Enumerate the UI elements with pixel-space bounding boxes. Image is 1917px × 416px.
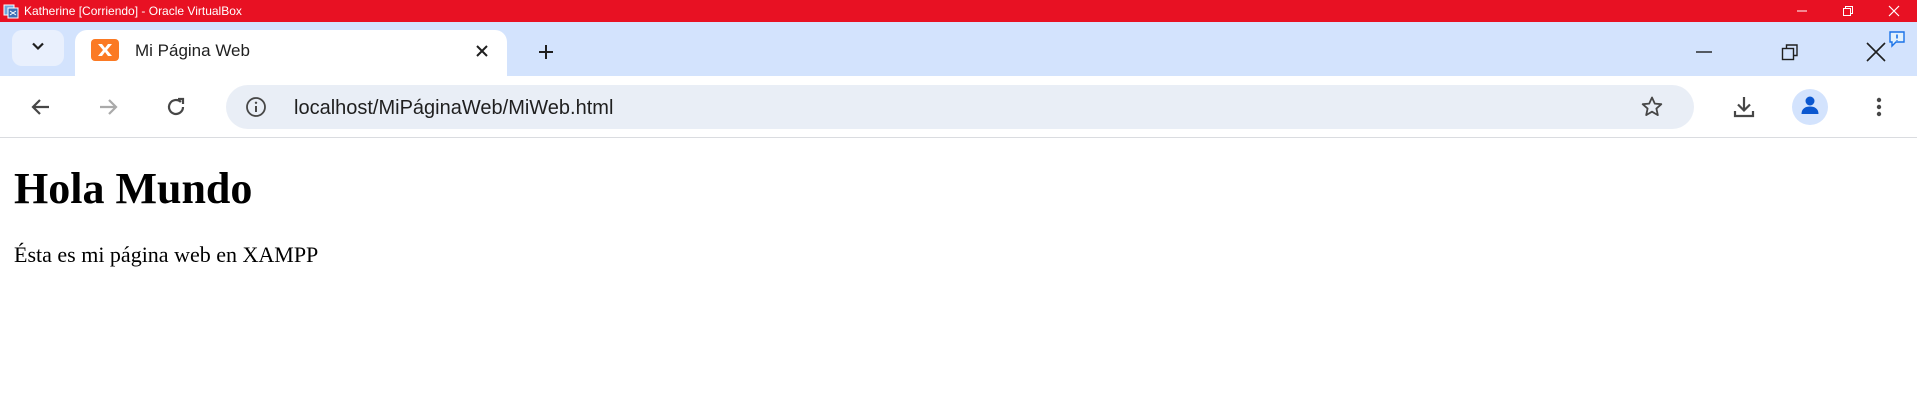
download-icon[interactable] xyxy=(1727,90,1761,124)
browser-restore-icon[interactable] xyxy=(1772,36,1808,68)
tab-strip: Mi Página Web xyxy=(0,22,1917,76)
bookmark-star-icon[interactable] xyxy=(1638,93,1666,121)
site-info-icon[interactable] xyxy=(242,93,270,121)
restore-icon[interactable] xyxy=(1825,0,1871,22)
tab-mi-pagina-web[interactable]: Mi Página Web xyxy=(75,30,507,76)
close-icon[interactable] xyxy=(1871,0,1917,22)
back-arrow-icon[interactable] xyxy=(24,90,58,124)
xampp-icon xyxy=(89,38,121,62)
forward-arrow-icon[interactable] xyxy=(91,90,125,124)
feedback-icon[interactable] xyxy=(1888,30,1906,53)
address-bar[interactable]: localhost/MiPáginaWeb/MiWeb.html xyxy=(226,85,1694,129)
url-text[interactable]: localhost/MiPáginaWeb/MiWeb.html xyxy=(294,97,613,120)
person-icon xyxy=(1799,94,1821,121)
page-heading: Hola Mundo xyxy=(14,164,253,213)
minimize-icon[interactable] xyxy=(1779,0,1825,22)
virtualbox-icon xyxy=(3,3,19,19)
new-tab-icon[interactable] xyxy=(530,36,562,68)
page-paragraph: Ésta es mi página web en XAMPP xyxy=(14,242,319,267)
more-menu-icon[interactable] xyxy=(1862,90,1896,124)
tab-title: Mi Página Web xyxy=(135,41,250,60)
close-tab-icon[interactable] xyxy=(469,38,495,64)
chevron-down-icon xyxy=(30,38,46,59)
profile-avatar[interactable] xyxy=(1792,89,1828,125)
tab-search-button[interactable] xyxy=(12,30,64,66)
vbox-window-title: Katherine [Corriendo] - Oracle VirtualBo… xyxy=(24,4,242,18)
browser-minimize-icon[interactable] xyxy=(1686,36,1722,68)
vbox-titlebar: Katherine [Corriendo] - Oracle VirtualBo… xyxy=(0,0,1917,22)
reload-icon[interactable] xyxy=(159,90,193,124)
vbox-window-controls xyxy=(1779,0,1917,22)
browser-toolbar: localhost/MiPáginaWeb/MiWeb.html xyxy=(0,76,1917,138)
page-content: Hola Mundo Ésta es mi página web en XAMP… xyxy=(0,138,1917,416)
